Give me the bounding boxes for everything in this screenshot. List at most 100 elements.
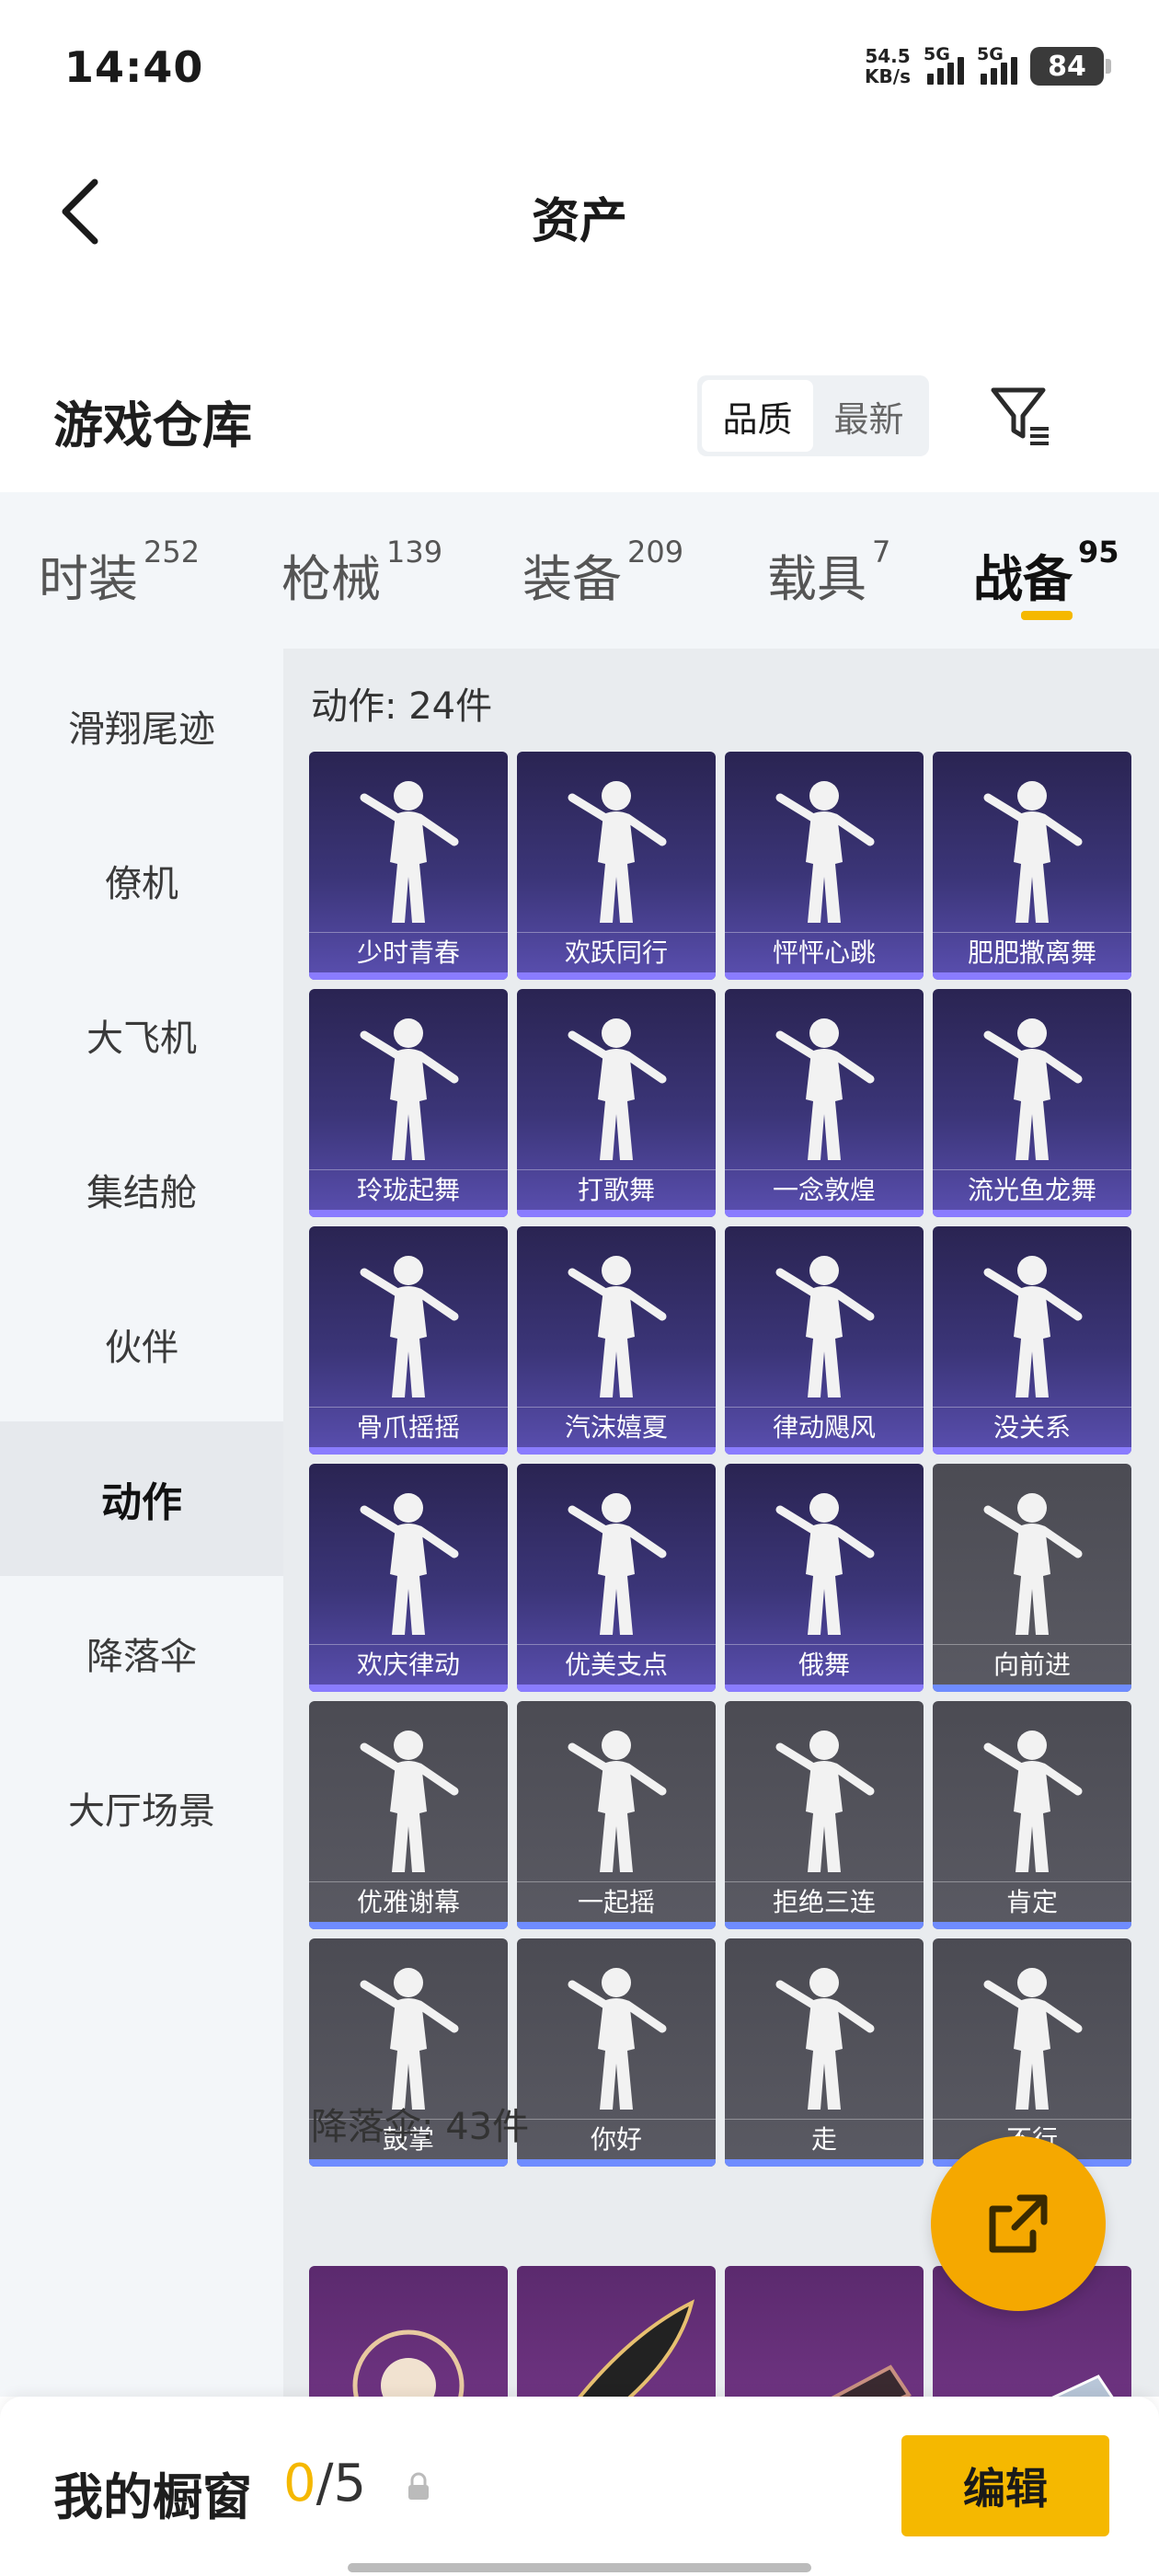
parachute-card[interactable] [517, 2266, 716, 2397]
action-card-label: 肯定 [933, 1881, 1131, 1922]
sort-newest-option[interactable]: 最新 [813, 380, 924, 452]
dancer-silhouette-icon [775, 781, 875, 923]
action-card-label: 拒绝三连 [725, 1881, 924, 1922]
share-icon [989, 2194, 1048, 2253]
action-card[interactable]: 欢庆律动 [309, 1464, 508, 1692]
section-title-parachutes: 降落伞: 43件 [311, 2106, 530, 2148]
dancer-silhouette-icon [360, 1493, 459, 1635]
tab-fashion[interactable]: 时装 252 [39, 535, 200, 611]
action-card[interactable]: 怦怦心跳 [725, 752, 924, 980]
dancer-silhouette-icon [983, 1968, 1083, 2110]
page-title: 资产 [531, 194, 627, 249]
sidebar-item-lobby-scene[interactable]: 大厅场景 [0, 1731, 283, 1885]
rarity-bar [517, 2159, 716, 2167]
parachute-card[interactable] [309, 2266, 508, 2397]
action-card[interactable]: 流光鱼龙舞 [933, 989, 1131, 1217]
status-time: 14:40 [64, 42, 204, 92]
action-card-label: 骨爪摇摇 [309, 1407, 508, 1447]
sidebar-item-rally-pod[interactable]: 集结舱 [0, 1112, 283, 1267]
action-card[interactable]: 拒绝三连 [725, 1701, 924, 1929]
item-list: 动作: 24件 少时青春 欢跃同行 怦怦心跳 肥肥撒离舞 玲珑起舞 打歌舞 一念敦煌 流光鱼龙… [283, 649, 1159, 2397]
action-card-label: 欢庆律动 [309, 1644, 508, 1685]
filter-icon [991, 387, 1049, 445]
action-card-label: 欢跃同行 [517, 932, 716, 972]
rarity-bar [309, 1685, 508, 1692]
action-card[interactable]: 少时青春 [309, 752, 508, 980]
action-card[interactable]: 优雅谢幕 [309, 1701, 508, 1929]
tab-battle-prep[interactable]: 战备 95 [973, 535, 1119, 611]
dancer-silhouette-icon [983, 1256, 1083, 1397]
network-speed: 54.5 KB/s [865, 45, 911, 87]
dancer-silhouette-icon [360, 1256, 459, 1397]
action-card[interactable]: 打歌舞 [517, 989, 716, 1217]
dancer-silhouette-icon [360, 781, 459, 923]
rarity-bar [517, 972, 716, 980]
action-card[interactable]: 骨爪摇摇 [309, 1226, 508, 1455]
action-card[interactable]: 走 [725, 1938, 924, 2167]
action-card-label: 流光鱼龙舞 [933, 1169, 1131, 1210]
sort-quality-option[interactable]: 品质 [702, 380, 813, 452]
action-card-label: 走 [725, 2119, 924, 2159]
dancer-silhouette-icon [568, 1968, 667, 2110]
filter-button[interactable] [982, 377, 1060, 454]
showcase-bar: 我的橱窗 0/5 编辑 [0, 2397, 1159, 2576]
action-card[interactable]: 律动飓风 [725, 1226, 924, 1455]
status-bar: 14:40 54.5 KB/s 5G 5G 84 [0, 0, 1159, 138]
rarity-bar [933, 972, 1131, 980]
rarity-bar [309, 1922, 508, 1929]
action-card-label: 律动飓风 [725, 1407, 924, 1447]
rarity-bar [517, 1210, 716, 1217]
action-card[interactable]: 一起摇 [517, 1701, 716, 1929]
action-card-label: 没关系 [933, 1407, 1131, 1447]
sidebar-item-partner[interactable]: 伙伴 [0, 1267, 283, 1421]
action-card-label: 俄舞 [725, 1644, 924, 1685]
tab-vehicles[interactable]: 载具 7 [767, 535, 890, 611]
action-card-label: 少时青春 [309, 932, 508, 972]
edit-button[interactable]: 编辑 [901, 2435, 1109, 2536]
action-card[interactable]: 肥肥撒离舞 [933, 752, 1131, 980]
action-card[interactable]: 俄舞 [725, 1464, 924, 1692]
sidebar-item-glide-trail[interactable]: 滑翔尾迹 [0, 649, 283, 803]
action-card[interactable]: 优美支点 [517, 1464, 716, 1692]
action-card-label: 一念敦煌 [725, 1169, 924, 1210]
battery-icon: 84 [1030, 47, 1111, 86]
action-card[interactable]: 玲珑起舞 [309, 989, 508, 1217]
action-card[interactable]: 不行 [933, 1938, 1131, 2167]
nav-header: 资产 [0, 138, 1159, 285]
dancer-silhouette-icon [775, 1731, 875, 1872]
action-card[interactable]: 你好 [517, 1938, 716, 2167]
action-card[interactable]: 汽沫嬉夏 [517, 1226, 716, 1455]
action-card[interactable]: 肯定 [933, 1701, 1131, 1929]
action-card[interactable]: 没关系 [933, 1226, 1131, 1455]
showcase-title: 我的橱窗 [53, 2468, 252, 2526]
action-card[interactable]: 一念敦煌 [725, 989, 924, 1217]
actions-grid: 少时青春 欢跃同行 怦怦心跳 肥肥撒离舞玲珑起舞 打歌舞 一念敦煌 流光鱼龙舞骨爪摇摇 汽沫嬉… [309, 752, 1131, 2167]
tab-equipment[interactable]: 装备 209 [522, 535, 683, 611]
sidebar-item-wingman[interactable]: 僚机 [0, 803, 283, 958]
home-indicator [348, 2563, 811, 2572]
share-button[interactable] [931, 2136, 1106, 2311]
rarity-bar [517, 1685, 716, 1692]
parachute-card[interactable] [725, 2266, 924, 2397]
parachute-art-icon [578, 2299, 694, 2397]
dancer-silhouette-icon [775, 1493, 875, 1635]
rarity-bar [309, 1447, 508, 1455]
sidebar-item-parachute[interactable]: 降落伞 [0, 1576, 283, 1731]
sidebar-item-big-plane[interactable]: 大飞机 [0, 958, 283, 1112]
rarity-bar [309, 2159, 508, 2167]
sidebar-item-actions[interactable]: 动作 [0, 1421, 283, 1576]
dancer-silhouette-icon [775, 1256, 875, 1397]
sidebar: 滑翔尾迹 僚机 大飞机 集结舱 伙伴 动作 降落伞 大厅场景 [0, 649, 283, 2397]
lock-icon [408, 2472, 429, 2500]
dancer-silhouette-icon [983, 1731, 1083, 1872]
tab-firearms[interactable]: 枪械 139 [281, 535, 442, 611]
dancer-silhouette-icon [568, 1493, 667, 1635]
active-tab-indicator [1021, 611, 1073, 620]
rarity-bar [725, 1922, 924, 1929]
action-card[interactable]: 向前进 [933, 1464, 1131, 1692]
action-card-label: 汽沫嬉夏 [517, 1407, 716, 1447]
rarity-bar [725, 1685, 924, 1692]
action-card-label: 玲珑起舞 [309, 1169, 508, 1210]
showcase-count: 0/5 [283, 2454, 367, 2513]
action-card[interactable]: 欢跃同行 [517, 752, 716, 980]
